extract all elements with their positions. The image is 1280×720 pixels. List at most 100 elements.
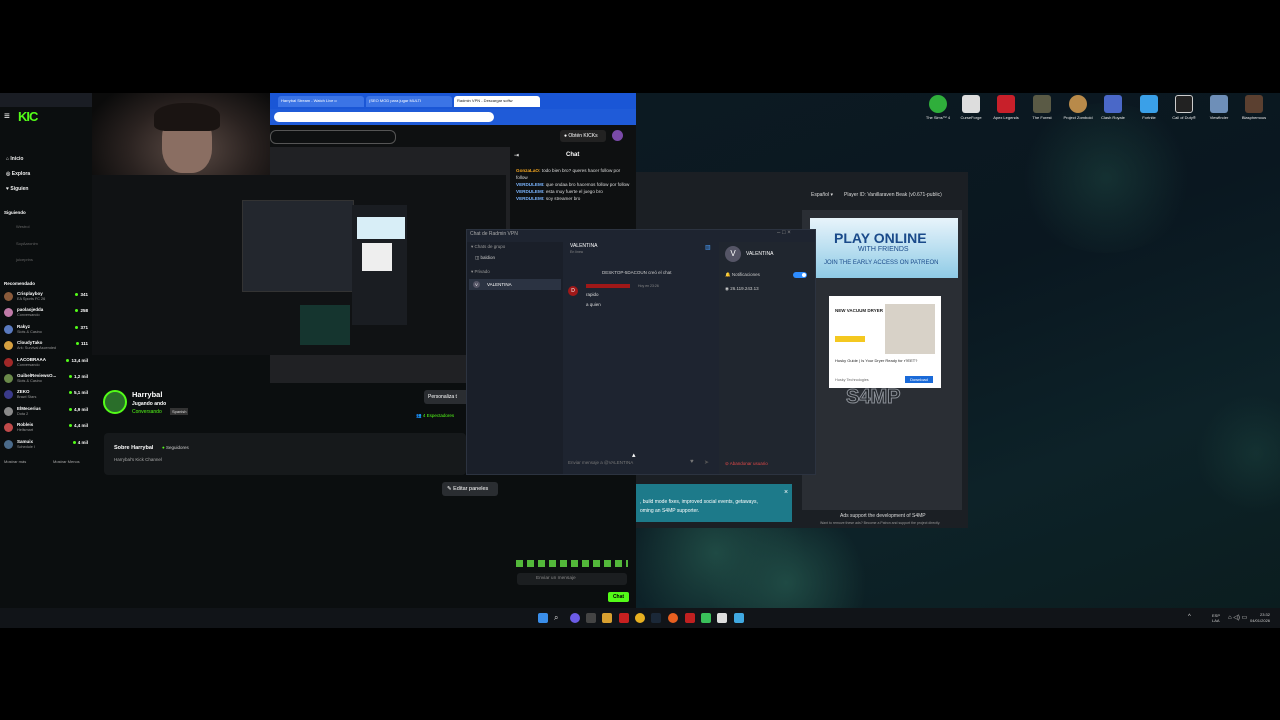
call-of-duty-icon[interactable]: Call of Duty®	[1166, 95, 1202, 120]
channel-info: Harrybal Jugando ando Conversando Spanis…	[100, 385, 470, 425]
vacuum-ad[interactable]: NEW VACUUM DRYER Husky Guide | Is Your D…	[829, 296, 941, 388]
patreon-banner[interactable]: PLAY ONLINE WITH FRIENDS JOIN THE EARLY …	[810, 218, 958, 278]
user-avatar[interactable]	[612, 130, 623, 141]
channel-avatar	[4, 406, 13, 416]
following-item[interactable]: SoyAaronlm	[16, 241, 38, 246]
chat-message: GonzaLaO: todo bien bro? queres hacer fo…	[516, 168, 621, 180]
following-item[interactable]: Westrol	[16, 224, 29, 229]
address-bar[interactable]	[274, 112, 494, 122]
search-icon[interactable]: ⌕	[554, 613, 564, 623]
taskview-icon[interactable]	[586, 613, 596, 623]
group-chat-item[interactable]: ◫ baldion	[475, 255, 495, 261]
nav-inicio[interactable]: ⌂ Inicio	[6, 156, 23, 162]
message-input[interactable]: Enviar mensaje a @VALENTINA	[568, 460, 633, 465]
stream-category[interactable]: Conversando	[132, 409, 162, 415]
app-icon[interactable]	[701, 613, 711, 623]
the-forest-icon[interactable]: The Forest	[1024, 95, 1060, 120]
recommended-channel[interactable]: Rakyz Slots & Casino 371	[4, 324, 88, 336]
sims-icon[interactable]: The Sims™ 4	[920, 95, 956, 120]
user-avatar-large: V	[725, 246, 741, 262]
recommended-channel[interactable]: CloudyTako Ark: Survival Ascended 111	[4, 340, 88, 352]
kick-sidebar: ⌂ Inicio ◎ Explora ♥ Siguien Siguiendo W…	[0, 125, 92, 475]
info-icon[interactable]: ▥	[705, 244, 711, 251]
chat-title: Chat	[566, 152, 580, 158]
start-icon[interactable]	[538, 613, 548, 623]
input-language[interactable]: ESP LAA	[1212, 613, 1220, 623]
nav-explora[interactable]: ◎ Explora	[6, 171, 30, 177]
ads-footer: Ads support the development of S4MP	[840, 513, 926, 519]
chrome-icon[interactable]	[635, 613, 645, 623]
leave-user-button[interactable]: ⊘ Abandonar usuario	[725, 461, 768, 467]
ad-download-button[interactable]: Download	[905, 376, 933, 383]
browser-tab[interactable]: (SEO MOD para jugar MULTI	[366, 96, 452, 107]
channel-name[interactable]: Harrybal	[132, 390, 162, 399]
siguiendo-header: Siguiendo	[4, 210, 26, 215]
edit-panels-button[interactable]: ✎ Editar paneles	[442, 482, 498, 496]
chat-collapse-icon[interactable]: ⇥	[514, 152, 519, 159]
message-sender	[586, 284, 630, 288]
project-zomboid-icon[interactable]: Project Zomboid	[1060, 95, 1096, 120]
browser-tab[interactable]: Harrybal Stream - Watch Live o	[278, 96, 364, 107]
window-controls[interactable]: – □ ×	[777, 230, 791, 236]
emote-row	[516, 559, 630, 569]
explorer-icon[interactable]	[602, 613, 612, 623]
emote-icons[interactable]	[516, 560, 628, 567]
recomendado-header: Recomendado	[4, 281, 36, 286]
get-kicks-button[interactable]: ● Obtén KICKs	[560, 130, 606, 142]
channel-avatar	[4, 439, 13, 449]
language-tag[interactable]: Spanish	[170, 408, 189, 415]
network-volume-icons[interactable]: ⌂ ◁) ▭	[1228, 614, 1247, 621]
recommended-channel[interactable]: ZEKO Brawl Stars 5,1 mil	[4, 389, 88, 401]
apex-icon[interactable]: Apex Legends	[988, 95, 1024, 120]
recommended-channel[interactable]: LACOBRAAA Conversando 13,4 mil	[4, 357, 88, 369]
blasphemous-icon[interactable]: Blasphemous	[1236, 95, 1272, 120]
language-select[interactable]: Español ▾	[811, 192, 833, 198]
kick-logo[interactable]: KIC	[18, 109, 38, 124]
close-icon[interactable]: ×	[784, 489, 788, 496]
steam-icon[interactable]	[651, 613, 661, 623]
emoji-icon[interactable]: ♥	[690, 459, 694, 465]
channel-viewers: 4,9 mil	[69, 407, 88, 412]
group-header[interactable]: ▾ Chats de grupo	[471, 244, 505, 250]
private-header[interactable]: ▾ Privado	[471, 269, 490, 275]
app-icon[interactable]	[619, 613, 629, 623]
viewfinder-icon[interactable]: Viewfinder	[1201, 95, 1237, 120]
curseforge-icon[interactable]: CurseForge	[953, 95, 989, 120]
chat-send-button[interactable]: Chat	[608, 592, 629, 602]
tray-chevron-icon[interactable]: ^	[1188, 614, 1191, 620]
browser-tab-active[interactable]: Radmin VPN - Descargar softw	[454, 96, 540, 107]
show-less-link[interactable]: Mostrar Menos	[53, 459, 80, 464]
radmin-icon[interactable]	[734, 613, 744, 623]
desktop-icons: The Sims™ 4 CurseForge Apex Legends The …	[920, 93, 1275, 123]
show-more-link[interactable]: Mostrar más	[4, 459, 26, 464]
recommended-channel[interactable]: Samuix Schedule I 4 mil	[4, 439, 88, 451]
recommended-channel[interactable]: Crisplayboy EA Sports FC 26 341	[4, 291, 88, 303]
nav-siguiendo[interactable]: ♥ Siguien	[6, 186, 28, 192]
app-icon[interactable]	[717, 613, 727, 623]
discord-icon[interactable]	[570, 613, 580, 623]
private-chat-item[interactable]: V VALENTINA	[469, 279, 561, 290]
clock-date[interactable]: 04/01/2026	[1250, 618, 1270, 623]
channel-viewers: 1,2 mil	[69, 374, 88, 379]
channel-viewers: 258	[75, 308, 88, 313]
notifications-label: 🔔 Notificaciones	[725, 272, 760, 277]
recommended-channel[interactable]: GuibelReviewsO... Slots & Casino 1,2 mil	[4, 373, 88, 385]
chat-input[interactable]: Enviar un mensaje	[517, 573, 627, 585]
clock-time[interactable]: 23:32	[1260, 612, 1270, 617]
channel-viewers: 371	[75, 325, 88, 330]
following-item[interactable]: juiceprins	[16, 257, 33, 262]
customize-button[interactable]: Personaliza t	[424, 390, 470, 404]
recommended-channel[interactable]: paolaojedda Conversando 258	[4, 307, 88, 319]
send-icon[interactable]: ➤	[704, 459, 709, 466]
channel-avatar[interactable]	[103, 390, 127, 414]
notifications-toggle[interactable]	[793, 272, 807, 278]
recommended-channel[interactable]: ElMecerius Dota 2 4,9 mil	[4, 406, 88, 418]
clash-royale-icon[interactable]: Clash Royale	[1095, 95, 1131, 120]
menu-icon[interactable]: ≡	[4, 111, 10, 122]
fortnite-icon[interactable]: Fortnite	[1131, 95, 1167, 120]
app-icon[interactable]	[685, 613, 695, 623]
channel-category: Dota 2	[17, 411, 29, 416]
recommended-channel[interactable]: Robleis Hellsmart 4,4 mil	[4, 422, 88, 434]
app-icon[interactable]	[668, 613, 678, 623]
kick-search-input[interactable]	[270, 130, 396, 144]
